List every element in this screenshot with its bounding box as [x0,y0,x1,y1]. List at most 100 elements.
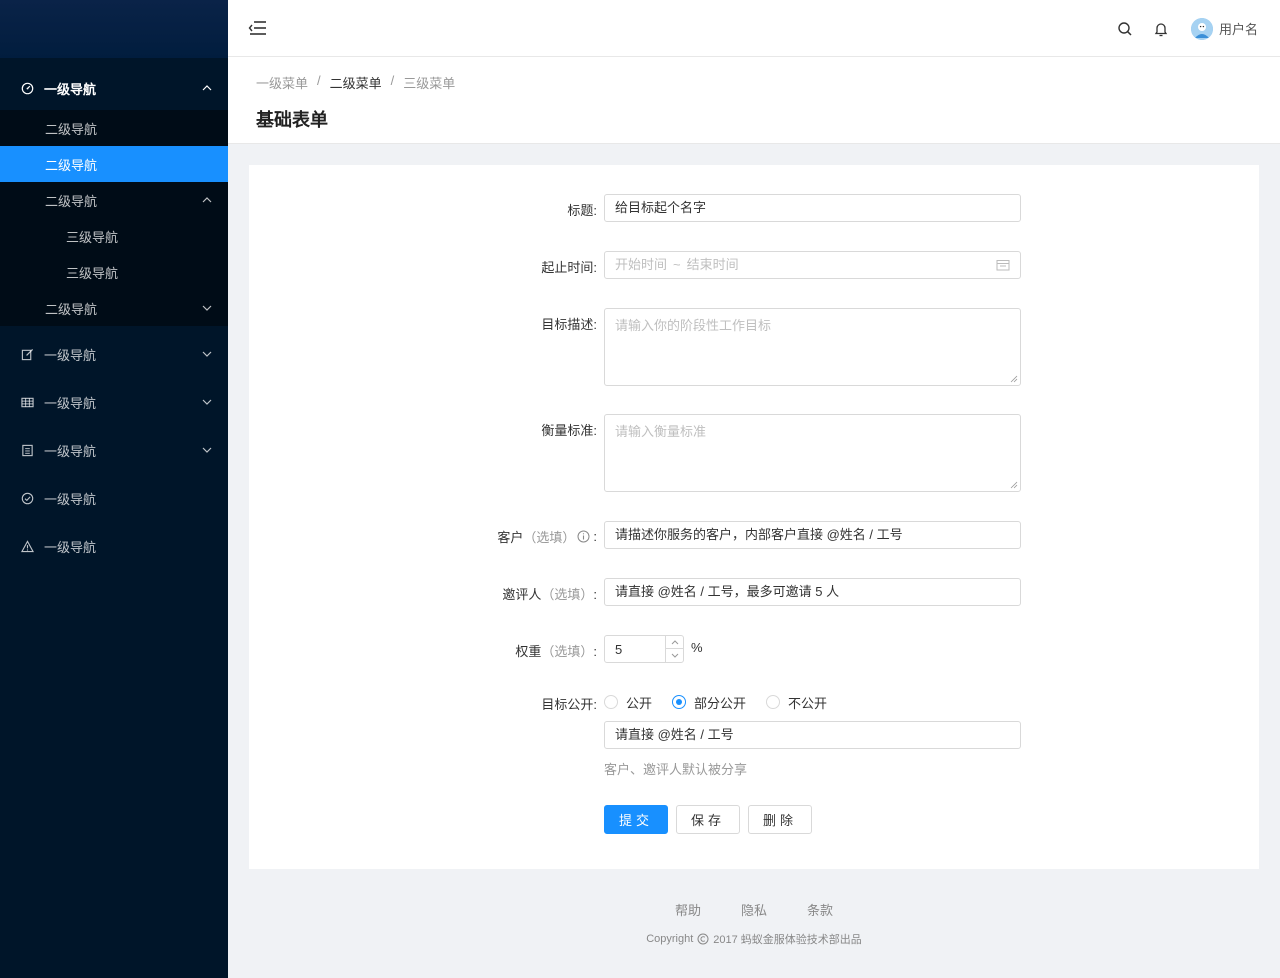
public-share-input[interactable]: 请直接 @姓名 / 工号 [604,721,1021,749]
footer-link-help[interactable]: 帮助 [675,900,701,919]
public-label: 目标公开: [541,697,597,712]
invites-label: 邀评人 [502,587,542,602]
copyright-icon [697,933,709,945]
standard-label: 衡量标准: [541,423,597,438]
stepper-down[interactable] [666,649,683,662]
stepper-up[interactable] [666,636,683,649]
radio-circle[interactable] [766,695,781,709]
sidebar-menu: 一级导航 二级导航 二级导航 二级导航 三级导航 三级导航 二级导航 一级导航 [0,58,228,570]
chevron-down-icon [202,351,212,357]
date-start-placeholder: 开始时间 [615,257,668,272]
chevron-down-icon [671,653,678,658]
sidebar-item-label: 一级导航 [44,395,97,411]
radio-label: 部分公开 [694,695,747,711]
menu-fold-icon[interactable] [248,19,268,37]
invites-input-value: 请直接 @姓名 / 工号，最多可邀请 5 人 [615,584,840,599]
chevron-down-icon [202,305,212,311]
submit-button[interactable]: 提交 [604,805,669,834]
info-circle-icon[interactable] [577,530,590,543]
weight-label-group: 权重（选填）: [515,641,597,660]
invites-label-group: 邀评人（选填）: [502,584,597,603]
weight-number-input[interactable]: 5 [604,635,684,663]
public-share-value: 请直接 @姓名 / 工号 [615,727,734,742]
goal-placeholder: 请输入你的阶段性工作目标 [615,318,772,333]
sidebar-subitem-3[interactable]: 二级导航 [0,182,228,218]
resize-grip-icon[interactable] [1010,481,1018,489]
sidebar-item-label: 一级导航 [44,347,97,363]
sidebar-thirditem-1[interactable]: 三级导航 [0,218,228,254]
client-control: 请描述你服务的客户，内部客户直接 @姓名 / 工号 [604,521,1021,549]
goal-label: 目标描述: [541,317,597,332]
radio-public[interactable]: 公开 [604,693,652,712]
standard-placeholder: 请输入衡量标准 [615,424,707,439]
username[interactable]: 用户名 [1219,19,1258,38]
standard-control: 请输入衡量标准 [604,414,1021,492]
weight-colon: : [593,644,597,659]
public-control: 公开 部分公开 不公开 请直接 @姓名 / 工号 客户、邀评人默认被分享 [604,688,1021,778]
sidebar-item-profile[interactable]: 一级导航 [0,426,228,474]
public-help-text: 客户、邀评人默认被分享 [604,762,748,777]
sidebar-subitem-label: 二级导航 [45,121,98,137]
chevron-down-icon [202,447,212,453]
client-label-group: 客户 （选填） : [497,527,597,546]
breadcrumb-item-2[interactable]: 二级菜单 [330,73,382,92]
radio-circle[interactable] [604,695,618,709]
sidebar-item-result[interactable]: 一级导航 [0,474,228,522]
chevron-up-icon [202,85,212,91]
sidebar-subitem-label: 二级导航 [45,157,98,173]
standard-textarea[interactable]: 请输入衡量标准 [604,414,1021,492]
chevron-up-icon [671,639,678,644]
sidebar-item-label: 一级导航 [44,539,97,555]
breadcrumb-item-1[interactable]: 一级菜单 [256,73,308,92]
sidebar-item-form[interactable]: 一级导航 [0,330,228,378]
avatar[interactable] [1190,17,1213,40]
delete-button[interactable]: 删除 [748,805,813,834]
sidebar-item-label: 一级导航 [44,443,97,459]
client-colon: : [593,529,597,544]
breadcrumb-separator: / [317,73,321,88]
weight-optional: （选填） [541,644,594,659]
edit-icon [20,347,34,361]
client-input[interactable]: 请描述你服务的客户，内部客户直接 @姓名 / 工号 [604,521,1021,549]
date-range-separator: ~ [673,257,681,272]
footer: 帮助 隐私 条款 Copyright 2017 蚂蚁金服体验技术部出品 [228,900,1280,947]
breadcrumb-separator: / [390,73,395,88]
radio-circle-checked[interactable] [672,695,687,709]
goal-textarea[interactable]: 请输入你的阶段性工作目标 [604,308,1021,386]
sidebar-item-table[interactable]: 一级导航 [0,378,228,426]
client-optional: （选填） [523,530,576,545]
sidebar-subitem-2-active[interactable]: 二级导航 [0,146,228,182]
copyright: Copyright 2017 蚂蚁金服体验技术部出品 [228,931,1280,947]
sidebar-thirditem-label: 三级导航 [66,265,119,281]
bell-icon[interactable] [1153,21,1169,37]
breadcrumb-item-3: 三级菜单 [403,76,456,91]
radio-partial-public[interactable]: 部分公开 [672,693,746,712]
title-input[interactable]: 给目标起个名字 [604,194,1021,222]
search-icon[interactable] [1117,21,1133,37]
footer-link-privacy[interactable]: 隐私 [741,900,767,919]
title-input-value: 给目标起个名字 [615,200,707,215]
copyright-text: 2017 蚂蚁金服体验技术部出品 [713,934,862,946]
date-end-placeholder: 结束时间 [686,257,739,272]
goal-control: 请输入你的阶段性工作目标 [604,308,1021,386]
form-actions: 提交 保存 删除 [604,805,1021,834]
radio-not-public[interactable]: 不公开 [766,693,827,712]
title-control: 给目标起个名字 [604,194,1021,222]
sidebar-item-dashboard[interactable]: 一级导航 [0,70,228,106]
footer-link-terms[interactable]: 条款 [807,900,833,919]
invites-input[interactable]: 请直接 @姓名 / 工号，最多可邀请 5 人 [604,578,1021,606]
sidebar-subitem-1[interactable]: 二级导航 [0,110,228,146]
title-label: 标题: [567,203,597,218]
save-button[interactable]: 保存 [676,805,741,834]
weight-control: 5 % [604,635,1021,663]
sidebar-subitem-label: 二级导航 [45,193,98,209]
sidebar-thirditem-2[interactable]: 三级导航 [0,254,228,290]
date-range-picker[interactable]: 开始时间 ~ 结束时间 [604,251,1021,279]
resize-grip-icon[interactable] [1010,375,1018,383]
footer-links: 帮助 隐私 条款 [228,900,1280,919]
weight-label: 权重 [515,644,542,659]
sidebar-item-label: 一级导航 [44,81,97,97]
sidebar-subitem-4[interactable]: 二级导航 [0,290,228,326]
chevron-down-icon [202,399,212,405]
sidebar-item-exception[interactable]: 一级导航 [0,522,228,570]
